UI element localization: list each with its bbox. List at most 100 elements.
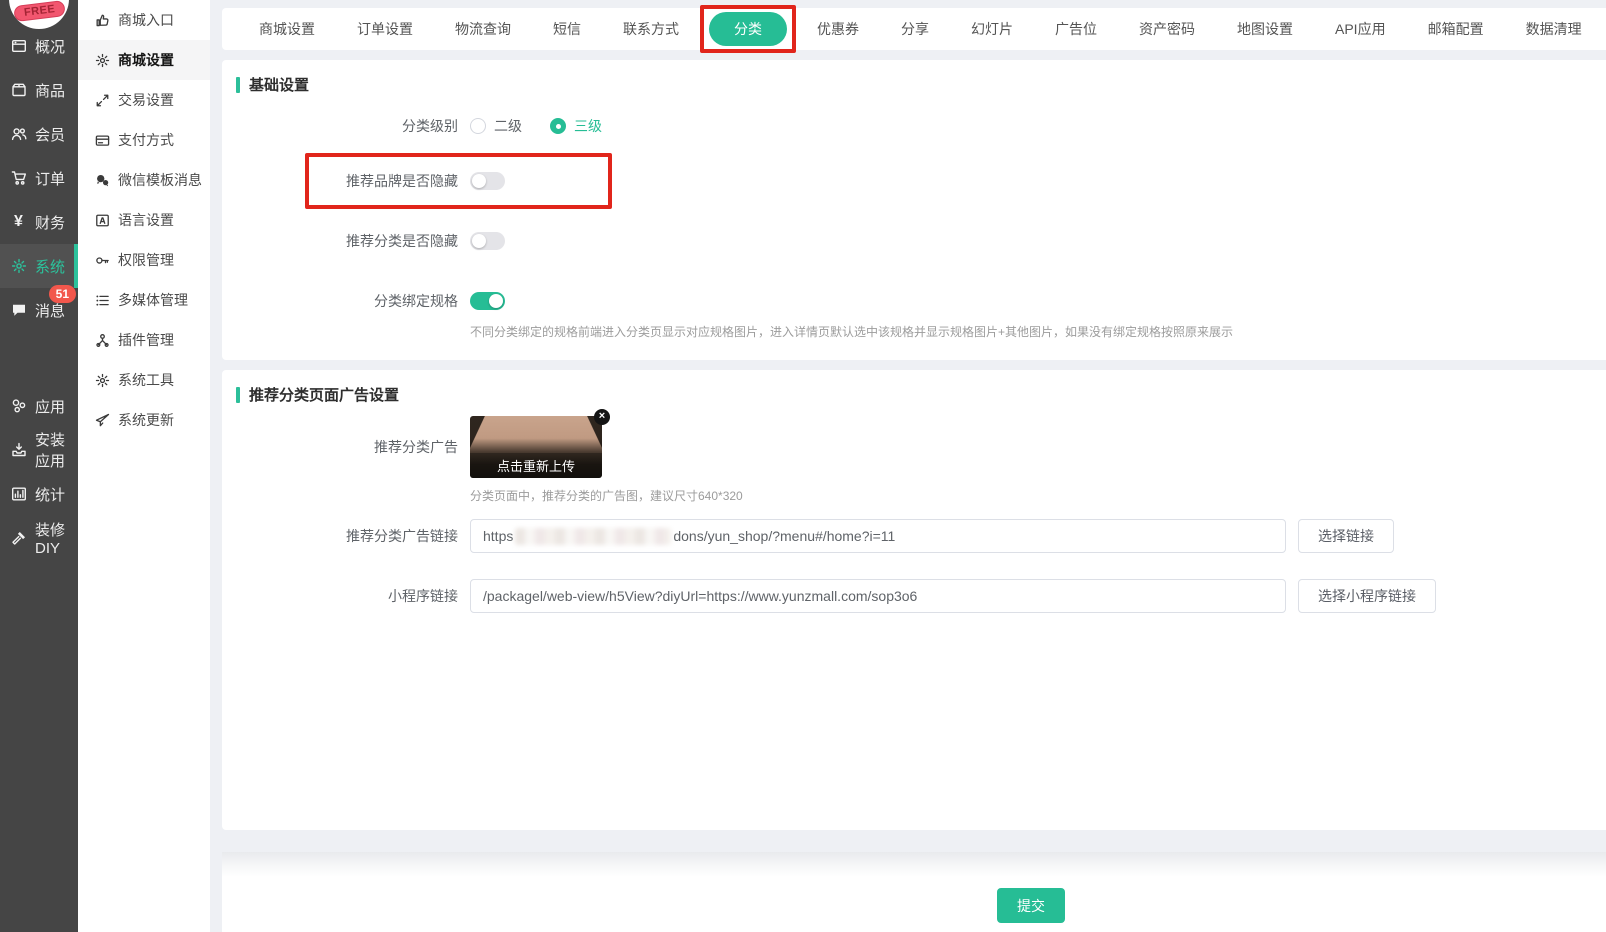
sidebar-item-label: 统计 (35, 484, 65, 505)
tab-share[interactable]: 分享 (880, 8, 950, 50)
sidebar-item-goods[interactable]: 商品 (0, 68, 78, 112)
menu-item-payment-methods[interactable]: 支付方式 (78, 120, 210, 160)
basic-settings-card: 基础设置 分类级别 二级 三级 推荐品牌是否隐藏 推荐 (222, 60, 1606, 360)
sidebar-item-label: 安装应用 (35, 429, 78, 471)
menu-item-system-update[interactable]: 系统更新 (78, 400, 210, 440)
settings-tabbar: 商城设置订单设置物流查询短信联系方式分类优惠券分享幻灯片广告位资产密码地图设置A… (222, 8, 1606, 50)
menu-item-media-management[interactable]: 多媒体管理 (78, 280, 210, 320)
tab-api-app[interactable]: API应用 (1314, 8, 1407, 50)
apps-icon (9, 398, 28, 414)
bind-spec-label: 分类绑定规格 (222, 291, 458, 311)
menu-item-plugin-management[interactable]: 插件管理 (78, 320, 210, 360)
tab-contact[interactable]: 联系方式 (602, 8, 700, 50)
ad-settings-title: 推荐分类页面广告设置 (222, 384, 1606, 405)
hide-brand-row: 推荐品牌是否隐藏 (222, 151, 1606, 211)
footer-shadow (222, 852, 1606, 877)
ad-image-upload[interactable]: 点击重新上传 × (470, 416, 602, 478)
select-mini-link-button[interactable]: 选择小程序链接 (1298, 579, 1436, 613)
sidebar-item-system[interactable]: 系统 (0, 244, 78, 288)
blurred-url-segment (515, 528, 671, 545)
menu-item-label: 语言设置 (118, 210, 174, 230)
menu-item-label: 商城入口 (118, 10, 174, 30)
mini-link-label: 小程序链接 (222, 586, 458, 606)
mini-link-input[interactable]: /packagel/web-view/h5View?diyUrl=https:/… (470, 579, 1286, 613)
menu-item-label: 系统更新 (118, 410, 174, 430)
tab-mail-config[interactable]: 邮箱配置 (1407, 8, 1505, 50)
ad-link-row: 推荐分类广告链接 https dons/yun_shop/?menu#/home… (222, 506, 1606, 566)
menu-item-label: 商城设置 (118, 50, 174, 70)
ad-settings-card: 推荐分类页面广告设置 推荐分类广告 点击重新上传 × 分类页面中，推荐分类的广告… (222, 370, 1606, 830)
primary-nav: 概况商品会员订单 ¥ 财务系统消息51 应用安装应用统计装修DIY (0, 0, 78, 560)
sidebar-item-overview[interactable]: 概况 (0, 24, 78, 68)
active-tab-wrap: 分类 (709, 12, 787, 46)
reupload-overlay[interactable]: 点击重新上传 (470, 453, 602, 478)
gear-icon (94, 53, 110, 68)
menu-item-trade-settings[interactable]: 交易设置 (78, 80, 210, 120)
tab-order-settings[interactable]: 订单设置 (336, 8, 434, 50)
tab-coupon[interactable]: 优惠券 (796, 8, 880, 50)
basic-settings-title: 基础设置 (222, 74, 1606, 95)
ad-link-input[interactable]: https dons/yun_shop/?menu#/home?i=11 (470, 519, 1286, 553)
hide-brand-label: 推荐品牌是否隐藏 (222, 171, 458, 191)
menu-item-label: 多媒体管理 (118, 290, 188, 310)
card-icon (94, 133, 110, 148)
sidebar-item-decorate-diy[interactable]: 装修DIY (0, 516, 78, 560)
tab-mall-settings[interactable]: 商城设置 (238, 8, 336, 50)
menu-item-wechat-template-msg[interactable]: 微信模板消息 (78, 160, 210, 200)
plane-icon (94, 413, 110, 428)
menu-item-label: 系统工具 (118, 370, 174, 390)
remove-image-icon[interactable]: × (594, 409, 610, 425)
tab-map-settings[interactable]: 地图设置 (1216, 8, 1314, 50)
sidebar-item-label: 系统 (35, 256, 65, 277)
hide-category-toggle[interactable] (470, 232, 505, 250)
radio-level-3[interactable]: 三级 (550, 116, 602, 136)
yen-icon: ¥ (9, 213, 28, 231)
menu-item-mall-entry[interactable]: 商城入口 (78, 0, 210, 40)
sidebar-item-statistics[interactable]: 统计 (0, 472, 78, 516)
ad-image-label: 推荐分类广告 (222, 437, 458, 457)
sidebar-item-apps[interactable]: 应用 (0, 384, 78, 428)
hammer-icon (9, 530, 28, 546)
chat-icon (9, 302, 28, 318)
select-link-button[interactable]: 选择链接 (1298, 519, 1394, 553)
mini-link-row: 小程序链接 /packagel/web-view/h5View?diyUrl=h… (222, 566, 1606, 626)
tab-sms[interactable]: 短信 (532, 8, 602, 50)
bind-spec-row: 分类绑定规格 (222, 271, 1606, 331)
users-icon (9, 126, 28, 142)
sidebar-item-members[interactable]: 会员 (0, 112, 78, 156)
tab-slideshow[interactable]: 幻灯片 (950, 8, 1034, 50)
tab-data-cleanup[interactable]: 数据清理 (1505, 8, 1603, 50)
sidebar-item-label: 应用 (35, 396, 65, 417)
submit-button[interactable]: 提交 (997, 888, 1065, 923)
bind-spec-toggle[interactable] (470, 292, 505, 310)
permission-icon (94, 253, 110, 268)
hide-category-label: 推荐分类是否隐藏 (222, 231, 458, 251)
trade-icon (94, 93, 110, 108)
menu-item-mall-settings[interactable]: 商城设置 (78, 40, 210, 80)
menu-item-label: 权限管理 (118, 250, 174, 270)
hide-category-row: 推荐分类是否隐藏 (222, 211, 1606, 271)
title-accent-bar (236, 387, 240, 403)
sidebar-item-messages[interactable]: 消息51 (0, 288, 78, 332)
menu-item-label: 插件管理 (118, 330, 174, 350)
sidebar-item-label: 会员 (35, 124, 65, 145)
menu-item-system-tools[interactable]: 系统工具 (78, 360, 210, 400)
chart-icon (9, 486, 28, 502)
tab-asset-password[interactable]: 资产密码 (1118, 8, 1216, 50)
thumb-icon (94, 13, 110, 28)
menu-item-label: 微信模板消息 (118, 170, 202, 190)
hide-brand-toggle[interactable] (470, 172, 505, 190)
tab-ad-position[interactable]: 广告位 (1034, 8, 1118, 50)
menu-item-language-settings[interactable]: 语言设置 (78, 200, 210, 240)
tab-category[interactable]: 分类 (709, 12, 787, 46)
sidebar-item-finance[interactable]: ¥ 财务 (0, 200, 78, 244)
tab-logistics-query[interactable]: 物流查询 (434, 8, 532, 50)
radio-level-2[interactable]: 二级 (470, 116, 522, 136)
menu-item-permission-management[interactable]: 权限管理 (78, 240, 210, 280)
sidebar-item-orders[interactable]: 订单 (0, 156, 78, 200)
radio-dot (470, 118, 486, 134)
cart-icon (9, 170, 28, 186)
overview-icon (9, 38, 28, 54)
sidebar-item-install-apps[interactable]: 安装应用 (0, 428, 78, 472)
sidebar-item-label: 财务 (35, 212, 65, 233)
